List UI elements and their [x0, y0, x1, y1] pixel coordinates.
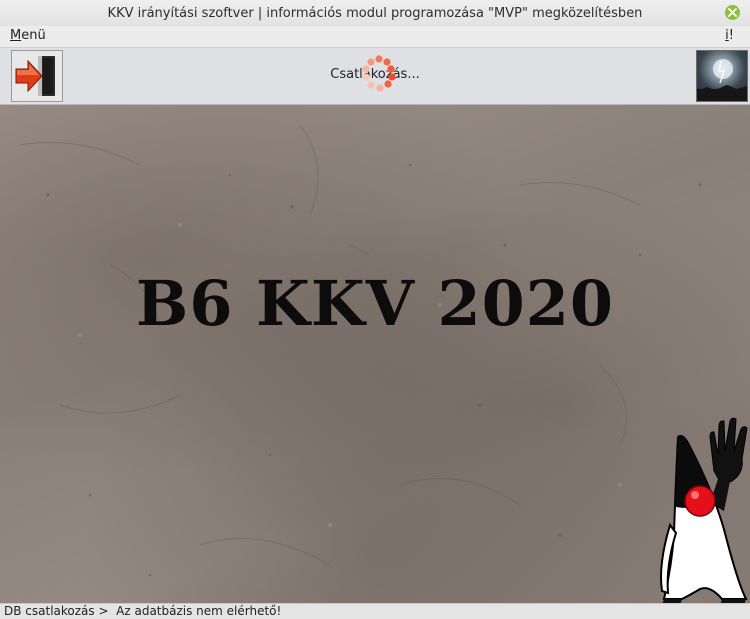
main-panel: B6 KKV 2020 [0, 105, 750, 603]
menu-item-menu[interactable]: Menü [10, 28, 46, 43]
title-bar: KKV irányítási szoftver | információs mo… [0, 0, 750, 27]
menu-item-info[interactable]: i! [725, 28, 734, 43]
app-window: KKV irányítási szoftver | információs mo… [0, 0, 750, 619]
storm-image-icon [697, 59, 747, 101]
java-duke-mascot-icon [660, 417, 748, 603]
status-bar: DB csatlakozás > Az adatbázis nem elérhe… [0, 603, 750, 619]
status-message: DB csatlakozás > Az adatbázis nem elérhe… [4, 604, 282, 618]
stone-texture-background [19, 124, 702, 577]
window-title: KKV irányítási szoftver | információs mo… [107, 5, 643, 21]
menu-bar: Menü i! [0, 26, 750, 48]
close-icon[interactable] [725, 5, 740, 20]
main-heading: B6 KKV 2020 [135, 267, 615, 340]
loading-spinner-icon [362, 55, 396, 92]
storm-image-button[interactable] [696, 50, 748, 102]
